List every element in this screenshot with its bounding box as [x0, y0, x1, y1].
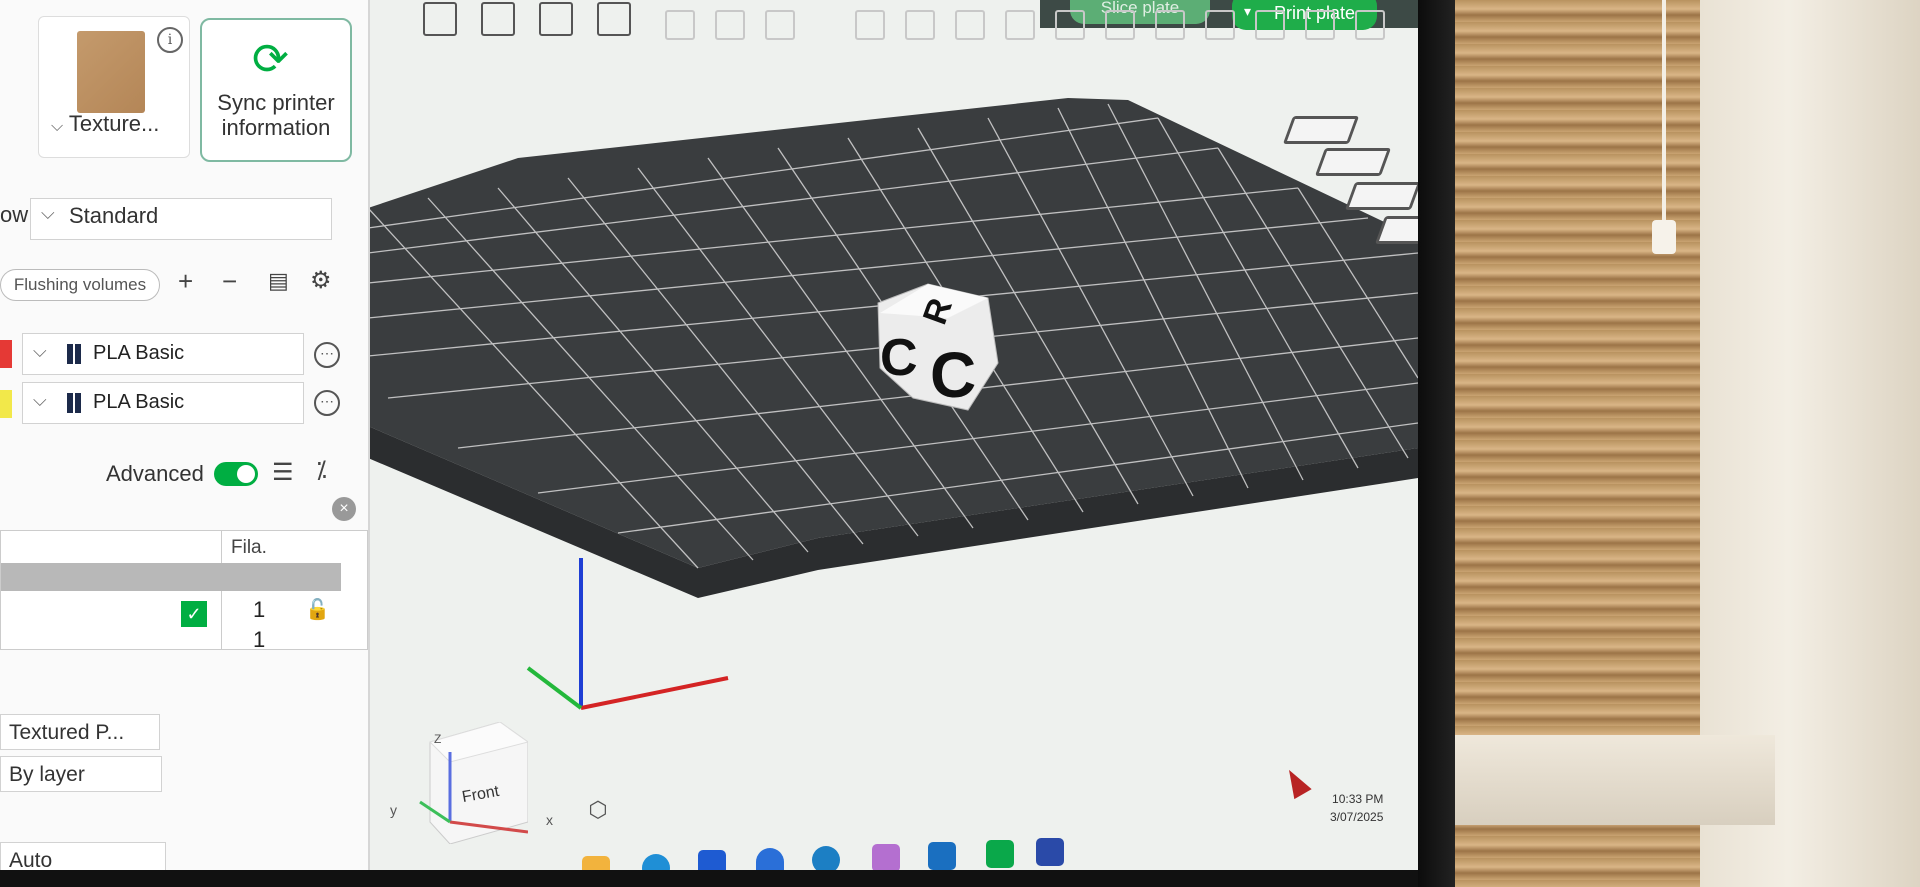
model-letter-left: C	[880, 329, 918, 387]
filament-1-select[interactable]: ⌵ PLA Basic	[22, 333, 304, 375]
filament-2-color[interactable]	[0, 390, 12, 418]
add-plate-icon[interactable]	[481, 2, 515, 36]
sync-printer-button[interactable]: ⟳ Sync printer information	[200, 18, 352, 162]
color-paint-icon[interactable]	[1305, 10, 1335, 40]
more-icon[interactable]: ⋯	[314, 342, 340, 368]
snipping-tool-icon[interactable]	[872, 844, 900, 870]
plate-type-select[interactable]: Textured P...	[0, 714, 160, 750]
scale-icon[interactable]	[955, 10, 985, 40]
filament-2-select[interactable]: ⌵ PLA Basic	[22, 382, 304, 424]
chevron-down-icon[interactable]: ⌵	[51, 118, 63, 135]
bambu-logo-icon	[67, 393, 83, 413]
app-icon[interactable]	[698, 850, 726, 870]
gear-icon[interactable]: ⚙	[310, 266, 332, 295]
solitaire-icon[interactable]	[1036, 838, 1064, 866]
blind-cord-end	[1652, 220, 1676, 254]
slicer-screen: R C R C Slice plate ▾ Print plate	[0, 0, 1418, 870]
main-toolbar	[415, 0, 1415, 40]
filament-value[interactable]: 1	[253, 597, 265, 623]
seam-paint-icon[interactable]	[1205, 10, 1235, 40]
window-sill	[1455, 735, 1775, 825]
more-icon[interactable]: ⋯	[314, 390, 340, 416]
system-clock[interactable]: 10:33 PM 3/07/2025	[1330, 790, 1383, 826]
monitor-bezel	[1418, 0, 1455, 887]
blind-cord	[1662, 0, 1666, 230]
arrange-plate-icon[interactable]	[1314, 148, 1392, 176]
fan-app-icon[interactable]	[812, 846, 840, 870]
layers-icon[interactable]	[765, 10, 795, 40]
left-sidebar: i ⌵ Texture... ⟳ Sync printer informatio…	[0, 0, 370, 870]
plate-thumbnail	[77, 31, 145, 113]
process-preset-value: Standard	[69, 203, 159, 228]
filament-value[interactable]: 1	[253, 627, 265, 653]
model-letter-c: C	[930, 339, 977, 411]
clock-time: 10:33 PM	[1332, 792, 1384, 806]
lock-icon[interactable]: 🔓	[305, 597, 330, 622]
table-row-selected[interactable]	[1, 563, 341, 591]
list-icon[interactable]: ☰	[272, 458, 294, 487]
check-icon[interactable]: ✓	[181, 601, 207, 627]
split-objects-icon[interactable]	[665, 10, 695, 40]
add-filament-icon[interactable]: +	[178, 266, 193, 297]
text-tool-icon[interactable]	[1255, 10, 1285, 40]
sync-printer-label: Sync printer information	[217, 90, 335, 140]
remove-filament-icon[interactable]: −	[222, 266, 237, 297]
filament-1-name: PLA Basic	[93, 342, 185, 364]
lay-on-face-icon[interactable]	[1005, 10, 1035, 40]
axis-label-z: Z	[434, 732, 442, 746]
auto-orient-icon[interactable]	[539, 2, 573, 36]
split-parts-icon[interactable]	[715, 10, 745, 40]
chevron-down-icon: ⌵	[33, 390, 47, 410]
advanced-label: Advanced	[106, 461, 204, 486]
monitor: R C R C Slice plate ▾ Print plate	[0, 0, 1455, 887]
measure-icon[interactable]	[1355, 10, 1385, 40]
bambu-studio-icon[interactable]	[986, 840, 1014, 868]
bed-type-card[interactable]: i ⌵ Texture...	[38, 16, 190, 158]
edge-icon[interactable]	[642, 854, 670, 870]
plate-type-label: Texture...	[68, 111, 160, 136]
support-paint-icon[interactable]	[1155, 10, 1185, 40]
mode-value: Auto	[9, 849, 53, 870]
add-object-icon[interactable]	[423, 2, 457, 36]
mesh-boolean-icon[interactable]	[1105, 10, 1135, 40]
chevron-down-icon: ⌵	[33, 341, 47, 361]
filament-column-header[interactable]: Fila.	[231, 537, 267, 559]
sync-icon: ⟳	[252, 35, 289, 84]
info-icon[interactable]: i	[157, 27, 183, 53]
chevron-down-icon: ⌵	[41, 203, 55, 223]
cut-icon[interactable]	[1055, 10, 1085, 40]
mode-select[interactable]: Auto	[0, 842, 166, 870]
bambu-logo-icon	[67, 344, 83, 364]
rotate-icon[interactable]	[905, 10, 935, 40]
orient-plate-icon[interactable]	[1344, 182, 1418, 210]
compare-icon[interactable]: ⁒	[316, 456, 327, 485]
filament-sync-icon[interactable]: ▤	[268, 268, 289, 294]
outlook-icon[interactable]	[928, 842, 956, 870]
object-table: Fila. ✓ 1 1 🔓	[0, 530, 368, 653]
file-explorer-icon[interactable]	[582, 856, 610, 870]
flushing-volumes-button[interactable]: Flushing volumes	[0, 269, 160, 301]
clock-date: 3/07/2025	[1330, 810, 1384, 824]
plate-type-value: Textured P...	[9, 721, 125, 744]
print-sequence-value: By layer	[9, 763, 85, 786]
move-icon[interactable]	[855, 10, 885, 40]
windows-taskbar	[300, 806, 1418, 870]
advanced-toggle[interactable]	[214, 462, 258, 486]
arc-app-icon[interactable]	[756, 848, 784, 870]
delete-plate-icon[interactable]	[1282, 116, 1360, 144]
process-label: ow	[0, 202, 29, 227]
close-icon[interactable]: ×	[332, 497, 356, 521]
filament-1-color[interactable]	[0, 340, 12, 368]
filament-2-name: PLA Basic	[93, 391, 185, 413]
process-preset-select[interactable]: ⌵ Standard	[30, 198, 332, 240]
print-sequence-select[interactable]: By layer	[0, 756, 162, 792]
arrange-icon[interactable]	[597, 2, 631, 36]
